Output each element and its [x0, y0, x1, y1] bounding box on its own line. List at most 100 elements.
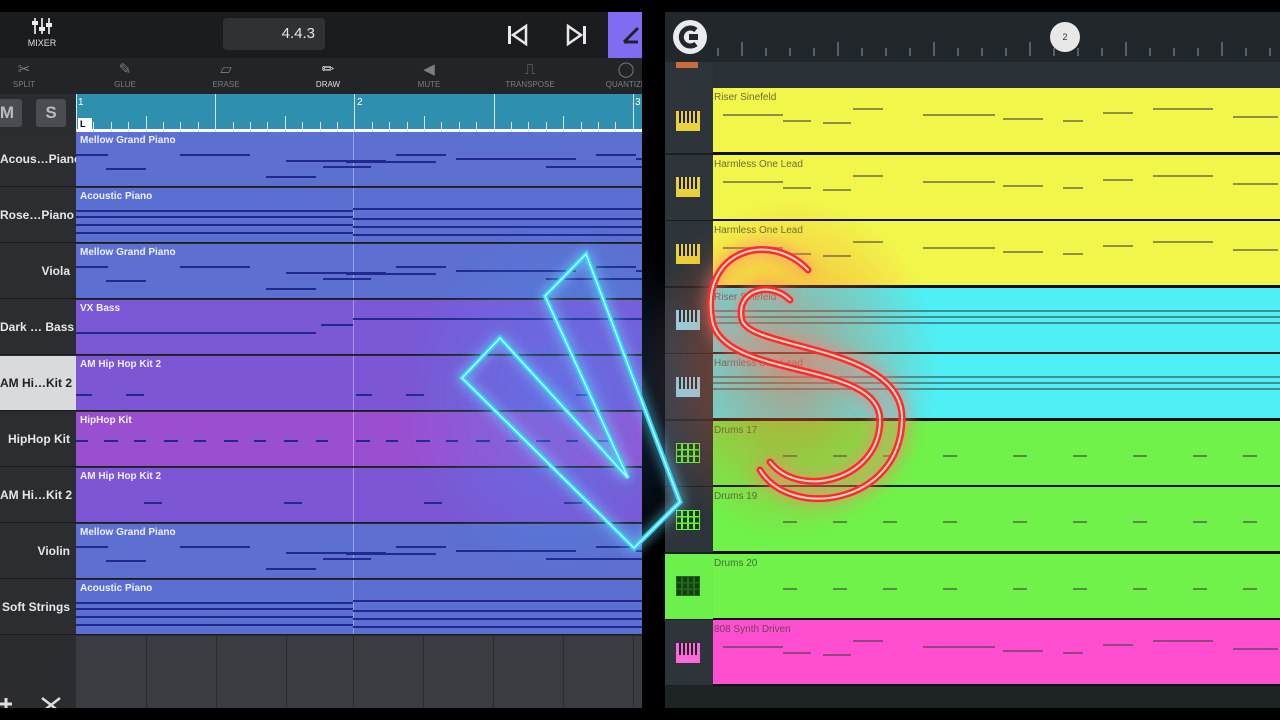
- midi-clip[interactable]: Mellow Grand Piano: [76, 132, 642, 187]
- app-logo[interactable]: [673, 20, 707, 54]
- solo-all-button[interactable]: S: [36, 99, 66, 127]
- lane-note: [713, 376, 1280, 378]
- loop-start-marker[interactable]: L: [78, 118, 92, 130]
- ruler-tick: [563, 116, 565, 132]
- lane-clip[interactable]: Drums 19: [713, 487, 1280, 554]
- lane-note: [1013, 454, 1027, 457]
- timeline-ruler[interactable]: 1 2 3 L: [76, 94, 642, 132]
- lane-header[interactable]: [665, 154, 713, 222]
- drum-pads-icon: [676, 443, 700, 463]
- ruler-tick: [406, 122, 408, 132]
- midi-note: [76, 216, 353, 218]
- lane-clip[interactable]: Riser Sinefeld: [713, 88, 1280, 155]
- add-track-icon[interactable]: [0, 636, 76, 708]
- midi-clip[interactable]: AM Hip Hop Kit 2: [76, 468, 642, 523]
- mixer-button[interactable]: MIXER: [22, 16, 62, 54]
- tool-erase[interactable]: ▱ ERASE: [196, 60, 256, 89]
- tool-glue[interactable]: ✎ GLUE: [95, 60, 155, 89]
- piano-icon: [676, 62, 698, 68]
- lane-note: [1233, 648, 1278, 650]
- lane-note: [1153, 174, 1213, 177]
- track-controls-footer: [0, 636, 76, 708]
- playhead-marker[interactable]: 2: [1050, 22, 1080, 52]
- midi-clip[interactable]: Acoustic Piano: [76, 580, 642, 635]
- lane-header[interactable]: [665, 221, 713, 288]
- track-name[interactable]: AM Hi…Kit 2: [0, 468, 76, 523]
- lane-note: [833, 454, 847, 457]
- midi-note: [506, 440, 518, 442]
- forward-button[interactable]: [564, 22, 590, 48]
- bar-divider: [353, 524, 354, 578]
- midi-note: [76, 232, 353, 234]
- lane-clip[interactable]: Drums 17: [713, 420, 1280, 488]
- tool-label: GLUE: [114, 80, 136, 89]
- tool-quantize[interactable]: ◯ QUANTIZE: [596, 60, 642, 89]
- timeline-tick: [1053, 48, 1055, 56]
- lane-clip[interactable]: Drums 20: [713, 553, 1280, 621]
- midi-note: [396, 266, 446, 268]
- split-icon: ✂: [17, 61, 31, 78]
- time-display[interactable]: 4.4.3: [223, 18, 325, 50]
- lane-note: [1233, 116, 1278, 118]
- tool-transpose[interactable]: ⎍ TRANSPOSE: [500, 60, 560, 89]
- midi-note: [284, 440, 298, 442]
- track-name[interactable]: HipHop Kit: [0, 412, 76, 467]
- lane-note: [883, 521, 897, 523]
- tool-split[interactable]: ✂ SPLIT: [0, 60, 54, 89]
- lane-clip[interactable]: Harmless One Lead: [713, 354, 1280, 421]
- midi-clip[interactable]: HipHop Kit: [76, 412, 642, 467]
- midi-note: [106, 168, 146, 170]
- lane-header[interactable]: [665, 553, 713, 621]
- lane-header[interactable]: [665, 354, 713, 421]
- lane-header[interactable]: [665, 420, 713, 488]
- track-name[interactable]: Rose…Piano: [0, 188, 76, 243]
- track-name[interactable]: Acous…Piano: [0, 132, 76, 187]
- lane-note: [1103, 178, 1133, 181]
- loop-toggle-button[interactable]: [608, 12, 642, 58]
- clip-label: Mellow Grand Piano: [80, 527, 176, 538]
- lane-note: [713, 309, 1280, 312]
- ruler-tick: [337, 122, 338, 132]
- lane-clip[interactable]: 808 Synth Driven: [713, 620, 1280, 687]
- midi-note: [406, 394, 424, 396]
- pencil-icon: ✏: [321, 61, 335, 78]
- track-name[interactable]: AM Hi…Kit 2: [0, 356, 76, 411]
- tool-draw[interactable]: ✏ DRAW: [298, 60, 358, 89]
- timeline-tick: [1245, 48, 1247, 56]
- lane-header[interactable]: [665, 287, 713, 355]
- midi-note: [76, 266, 108, 268]
- midi-note: [346, 161, 436, 163]
- empty-track-area[interactable]: [76, 636, 642, 708]
- tool-mute[interactable]: ◀ MUTE: [399, 60, 459, 89]
- bar-divider: [353, 412, 354, 466]
- lane-clip[interactable]: Harmless One Lead: [713, 221, 1280, 288]
- lane-note: [1063, 120, 1083, 122]
- midi-clip[interactable]: Mellow Grand Piano: [76, 524, 642, 579]
- midi-clip[interactable]: Acoustic Piano: [76, 188, 642, 243]
- track-name[interactable]: Dark … Bass: [0, 300, 76, 355]
- track-name[interactable]: Soft Strings: [0, 580, 76, 635]
- rewind-button[interactable]: [504, 22, 530, 48]
- midi-note: [476, 440, 490, 442]
- ruler-tick: [476, 122, 478, 132]
- lane-note: [823, 255, 851, 257]
- lane-note: [923, 180, 995, 183]
- timeline-tick: [861, 48, 863, 56]
- midi-clip[interactable]: AM Hip Hop Kit 2: [76, 356, 642, 411]
- lane-header[interactable]: [665, 620, 713, 687]
- midi-clip[interactable]: Mellow Grand Piano: [76, 244, 642, 299]
- tool-label: TRANSPOSE: [505, 80, 555, 89]
- lane-header[interactable]: [665, 487, 713, 554]
- midi-clip[interactable]: VX Bass: [76, 300, 642, 355]
- lane-note: [1073, 587, 1087, 590]
- mixer-icon: [32, 18, 52, 34]
- piano-icon: [676, 177, 700, 197]
- midi-note: [346, 273, 436, 275]
- lane-note: [853, 174, 883, 177]
- lane-header[interactable]: [665, 88, 713, 155]
- lane-clip[interactable]: Harmless One Lead: [713, 154, 1280, 222]
- lane-clip[interactable]: Riser Sinefeld: [713, 287, 1280, 355]
- track-name[interactable]: Viola: [0, 244, 76, 299]
- track-name[interactable]: Violin: [0, 524, 76, 579]
- mute-all-button[interactable]: M: [0, 99, 22, 127]
